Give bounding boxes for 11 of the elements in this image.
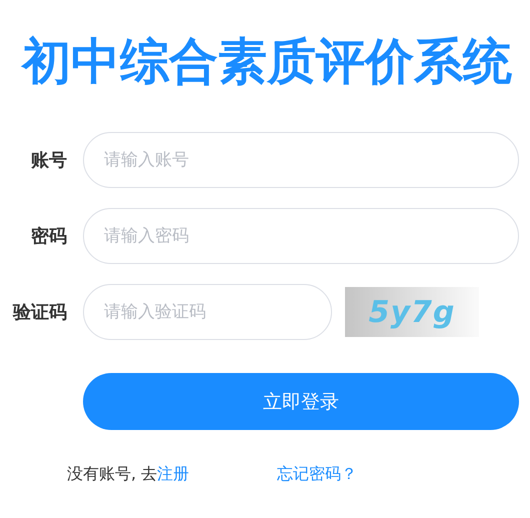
input-field[interactable]: 请输入验证码 [83,284,332,340]
field-label: 账号 [30,149,67,172]
app-title: 初中综合素质评价系统 [22,32,513,92]
register-prompt: 没有账号, 去 [67,464,158,485]
input-field[interactable]: 请输入账号 [83,132,519,188]
register-link[interactable]: 注册 [157,464,190,485]
forgot-password-link[interactable]: 忘记密码？ [277,464,358,485]
field-label: 密码 [30,225,67,248]
login-button[interactable]: 立即登录 [83,373,519,430]
field-label: 验证码 [12,301,67,324]
input-field[interactable]: 请输入密码 [83,208,519,264]
